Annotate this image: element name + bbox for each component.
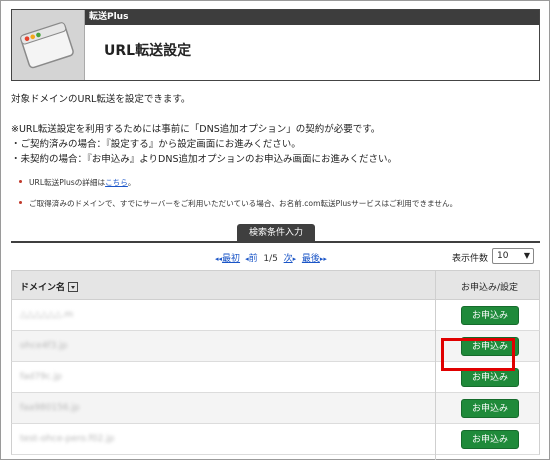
browser-window-icon bbox=[20, 22, 74, 69]
apply-button[interactable]: お申込み bbox=[461, 306, 519, 325]
bullet-icon bbox=[19, 180, 22, 183]
column-domain: ドメイン名 bbox=[20, 280, 79, 293]
bullet-icon bbox=[19, 201, 22, 204]
column-domain-label: ドメイン名 bbox=[20, 283, 66, 293]
tab-divider bbox=[11, 241, 540, 243]
intro-text: 対象ドメインのURL転送を設定できます。 bbox=[11, 94, 191, 105]
note-server: ご取得済みのドメインで、すでにサーバーをご利用いただいている場合、お名前.com… bbox=[19, 198, 458, 209]
first-arrow-icon: ◂◂ bbox=[215, 255, 223, 263]
table-row: test-ohce-pero.f02.jp お申込み bbox=[11, 424, 540, 455]
pagination: ◂◂最初 ◂前 1/5 次▸ 最後▸▸ bbox=[215, 251, 327, 264]
display-count-value: 10 bbox=[497, 251, 509, 261]
domain-name: fad79c.jp bbox=[20, 372, 62, 382]
last-arrow-icon: ▸▸ bbox=[319, 255, 327, 263]
details-link[interactable]: こちら bbox=[105, 178, 128, 187]
domain-name: ohce4f3.jp bbox=[20, 341, 68, 351]
highlight-box bbox=[441, 338, 515, 371]
column-apply: お申込み/設定 bbox=[460, 283, 519, 293]
pager-page: 1/5 bbox=[263, 254, 278, 264]
pager-first-link[interactable]: 最初 bbox=[222, 254, 240, 264]
service-name: 転送Plus bbox=[85, 10, 539, 25]
pager-prev: 前 bbox=[248, 254, 258, 264]
sort-filter-icon[interactable] bbox=[68, 281, 79, 292]
note-details-suffix: 。 bbox=[127, 178, 136, 187]
page-title: URL転送設定 bbox=[104, 43, 192, 59]
service-logo bbox=[12, 10, 85, 80]
domain-name: △△△△△△.m bbox=[20, 310, 74, 320]
requirement-line-1: ※URL転送設定を利用するためには事前に「DNS追加オプション」の契約が必要です… bbox=[11, 124, 381, 135]
page-header: 転送Plus URL転送設定 bbox=[11, 9, 540, 81]
table-row: △△△△△△.m お申込み bbox=[11, 300, 540, 331]
requirement-line-3: ・未契約の場合：『お申込み』よりDNS追加オプションのお申込み画面にお進みくださ… bbox=[11, 154, 398, 165]
display-count-select[interactable]: 10 ▼ bbox=[492, 248, 534, 264]
pager-last-link[interactable]: 最後 bbox=[302, 254, 320, 264]
next-arrow-icon: ▸ bbox=[292, 255, 297, 263]
table-header: ドメイン名 お申込み/設定 bbox=[11, 270, 540, 300]
apply-button[interactable]: お申込み bbox=[461, 399, 519, 418]
domain-name: test-ohce-pero.f02.jp bbox=[20, 434, 115, 444]
apply-button[interactable]: お申込み bbox=[461, 430, 519, 449]
chevron-down-icon: ▼ bbox=[523, 251, 530, 260]
domain-name: faa980156.jp bbox=[20, 403, 80, 413]
table-row: faa980156.jp お申込み bbox=[11, 393, 540, 424]
note-details-prefix: URL転送Plusの詳細は bbox=[29, 178, 106, 187]
note-details: URL転送Plusの詳細はこちら。 bbox=[19, 177, 136, 188]
requirement-line-2: ・ご契約済みの場合：『設定する』から設定画面にお進みください。 bbox=[11, 139, 301, 150]
note-server-text: ご取得済みのドメインで、すでにサーバーをご利用いただいている場合、お名前.com… bbox=[29, 199, 458, 208]
pager-next-link[interactable]: 次 bbox=[284, 254, 293, 264]
display-count-label: 表示件数 bbox=[452, 254, 489, 264]
column-divider bbox=[435, 270, 436, 460]
search-condition-tab[interactable]: 検索条件入力 bbox=[237, 224, 315, 242]
